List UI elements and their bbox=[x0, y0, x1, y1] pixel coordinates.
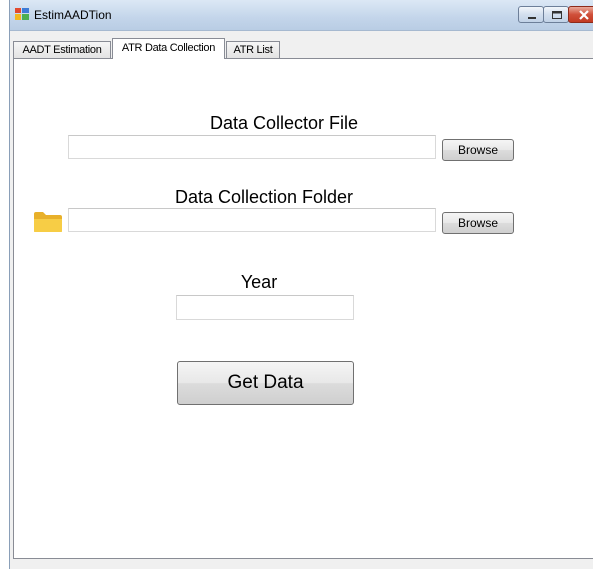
minimize-button[interactable] bbox=[518, 6, 544, 23]
tab-atr-data-collection[interactable]: ATR Data Collection bbox=[112, 38, 225, 59]
year-field[interactable] bbox=[176, 295, 354, 320]
minimize-icon bbox=[528, 17, 536, 19]
tab-strip: AADT Estimation ATR Data Collection ATR … bbox=[10, 31, 593, 59]
tab-aadt-estimation[interactable]: AADT Estimation bbox=[13, 41, 111, 58]
atr-data-collection-panel: Data Collector File Browse Data Collecti… bbox=[13, 58, 593, 559]
title-bar[interactable]: EstimAADTion bbox=[10, 0, 593, 31]
data-collection-folder-browse-button[interactable]: Browse bbox=[442, 212, 514, 234]
app-icon bbox=[15, 8, 29, 20]
maximize-button[interactable] bbox=[543, 6, 569, 23]
data-collection-folder-field[interactable] bbox=[68, 208, 436, 232]
year-label: Year bbox=[240, 272, 278, 292]
window-title: EstimAADTion bbox=[34, 8, 112, 22]
app-window: EstimAADTion AADT Estimation ATR Data Co… bbox=[9, 0, 593, 569]
folder-icon[interactable] bbox=[33, 211, 63, 233]
data-collector-file-label: Data Collector File bbox=[209, 113, 359, 133]
close-icon bbox=[579, 10, 589, 20]
data-collection-folder-label: Data Collection Folder bbox=[174, 187, 354, 207]
maximize-icon bbox=[552, 11, 562, 19]
close-button[interactable] bbox=[568, 6, 593, 23]
get-data-button[interactable]: Get Data bbox=[177, 361, 354, 405]
tab-atr-list[interactable]: ATR List bbox=[226, 41, 280, 58]
data-collector-file-field[interactable] bbox=[68, 135, 436, 159]
client-area: AADT Estimation ATR Data Collection ATR … bbox=[10, 31, 593, 569]
data-collector-file-browse-button[interactable]: Browse bbox=[442, 139, 514, 161]
